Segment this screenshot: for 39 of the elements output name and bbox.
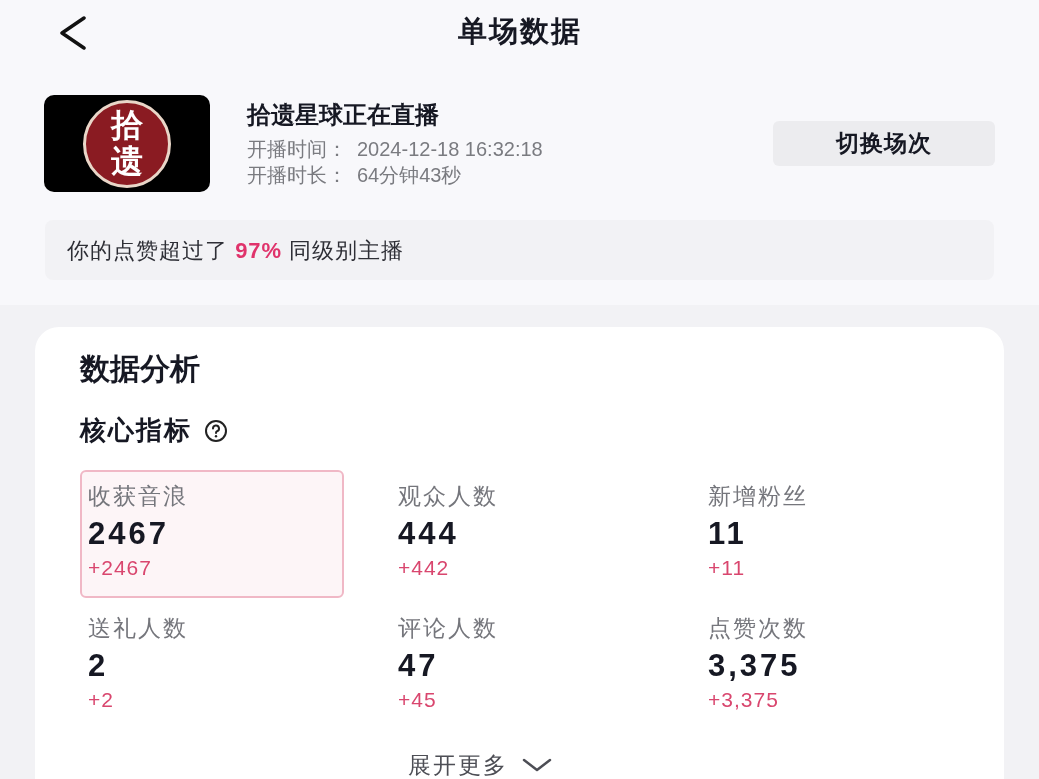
metric-card[interactable]: 点赞次数 3,375 +3,375 [700,602,964,730]
back-icon[interactable] [58,16,88,50]
metric-change: +2467 [88,555,152,581]
metric-label: 收获音浪 [88,482,188,510]
page-title: 单场数据 [457,14,582,50]
metric-value: 2467 [88,515,169,553]
section-title: 核心指标 [80,414,192,447]
metric-value: 47 [398,647,439,685]
metric-change: +45 [398,687,437,713]
metric-card[interactable]: 评论人数 47 +45 [390,602,654,730]
switch-session-button[interactable]: 切换场次 [773,121,995,166]
duration-value: 64分钟43秒 [357,162,462,188]
metric-change: +2 [88,687,114,713]
start-time: 2024-12-18 16:32:18 [357,136,543,162]
stream-title: 拾遗星球正在直播 [247,99,440,130]
metric-value: 3,375 [708,647,801,685]
help-icon[interactable] [204,418,228,443]
duration-label: 开播时长： [247,162,347,188]
metric-label: 观众人数 [398,482,498,510]
metric-label: 送礼人数 [88,614,188,642]
metric-card[interactable]: 收获音浪 2467 +2467 [80,470,344,598]
metric-label: 点赞次数 [708,614,808,642]
start-label: 开播时间： [247,136,347,162]
metric-card[interactable]: 送礼人数 2 +2 [80,602,344,730]
ranking-text: 你的点赞超过了 97% 同级别主播 [67,236,405,265]
metric-value: 11 [708,515,747,553]
metric-card[interactable]: 观众人数 444 +442 [390,470,654,598]
metric-change: +11 [708,555,746,581]
metric-change: +442 [398,555,450,581]
metric-change: +3,375 [708,687,779,713]
metric-label: 评论人数 [398,614,498,642]
metric-card[interactable]: 新增粉丝 11 +11 [700,470,964,598]
metric-value: 2 [88,647,109,685]
expand-more-button[interactable]: 展开更多 [407,748,552,779]
logo-text: 拾遗 [111,108,143,179]
chevron-down-icon [521,757,552,774]
analysis-title: 数据分析 [80,351,201,387]
metric-label: 新增粉丝 [708,482,808,510]
metric-value: 444 [398,515,459,553]
